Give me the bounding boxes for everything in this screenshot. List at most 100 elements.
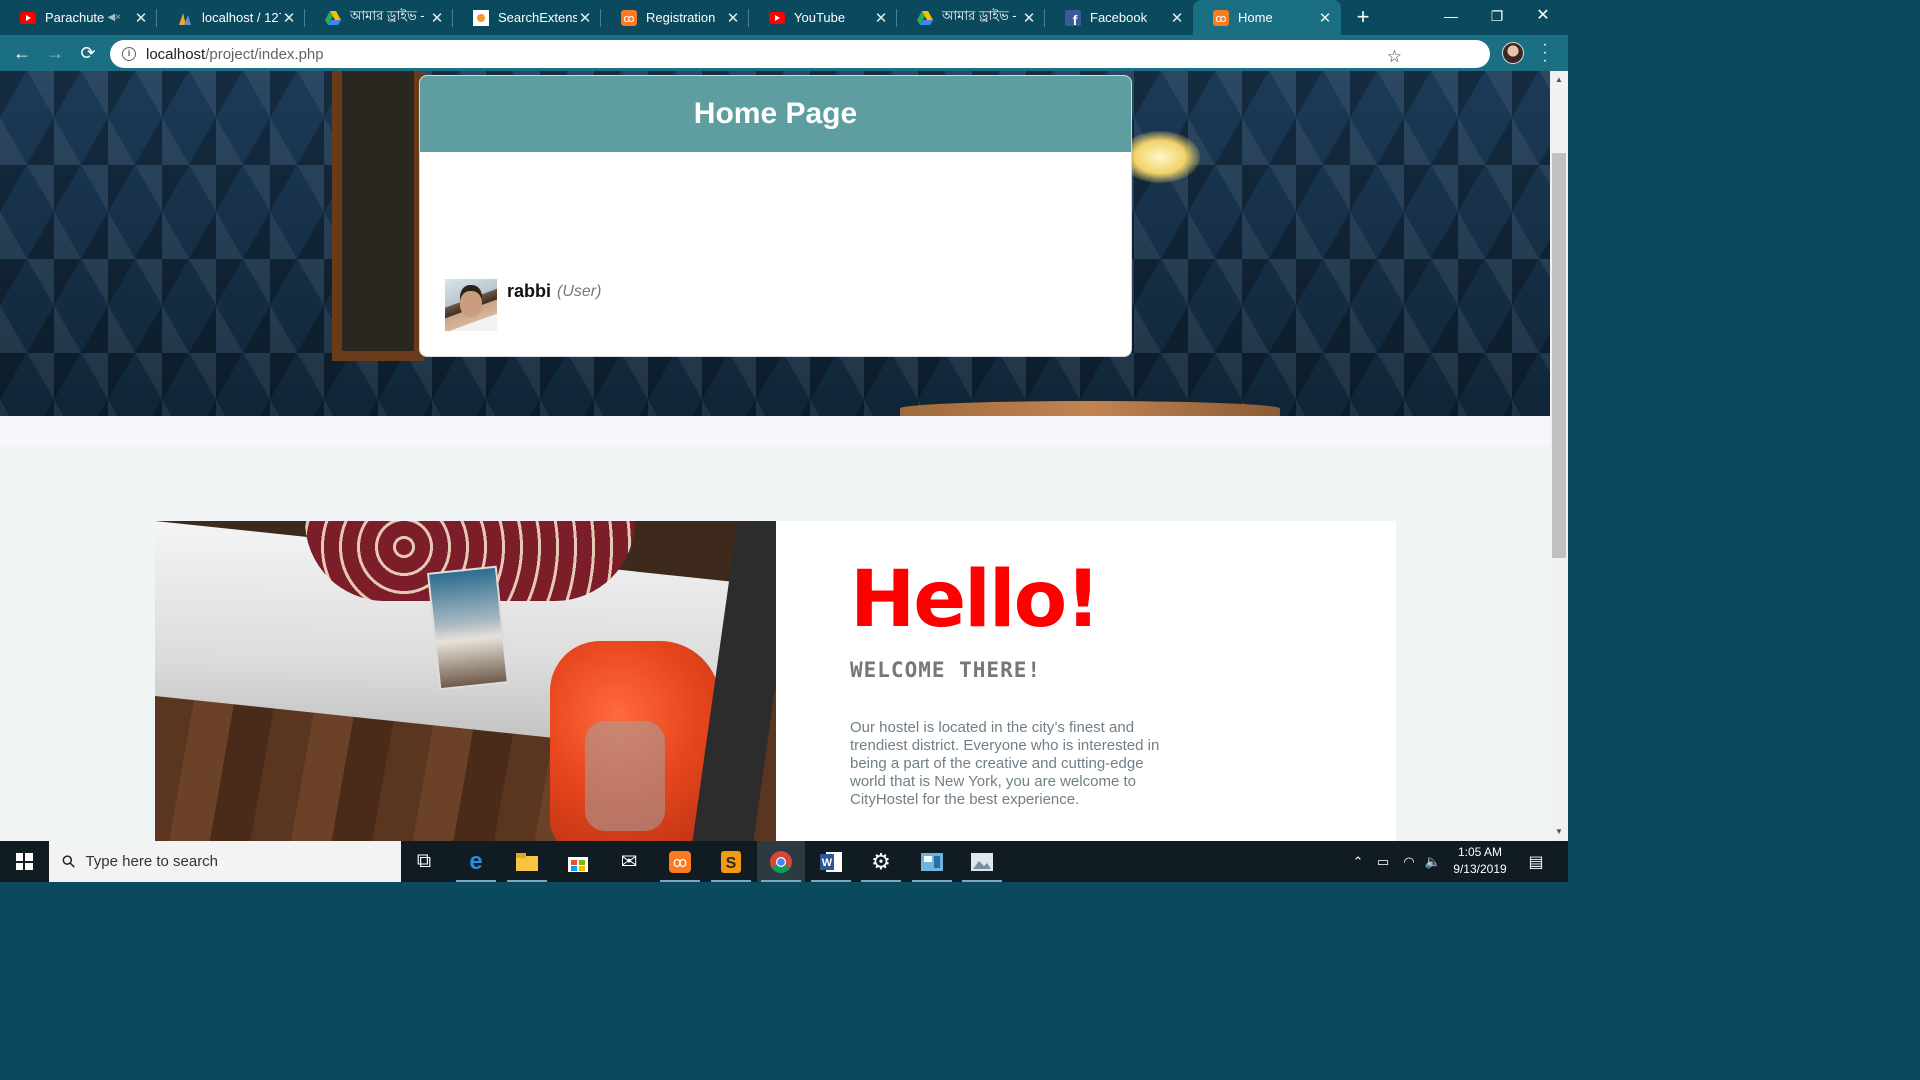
svg-text:f: f (1073, 12, 1078, 26)
task-view-icon[interactable]: ⧉ (400, 841, 448, 882)
tab-google-drive-2[interactable]: আমার ড্রাইভ - G ✕ (897, 0, 1045, 35)
tab-parachute[interactable]: Parachute ◀× ✕ (0, 0, 157, 35)
search-extension-icon (473, 9, 489, 26)
close-tab-icon[interactable]: ✕ (133, 9, 149, 27)
svg-text:ꝏ: ꝏ (623, 12, 634, 25)
url-path: /project/index.php (205, 45, 324, 63)
tab-title: আমার ড্রাইভ - G (350, 8, 429, 23)
taskbar-search[interactable]: ⚲ Type here to search (49, 841, 401, 882)
tab-google-drive-1[interactable]: আমার ড্রাইভ - G ✕ (305, 0, 453, 35)
new-tab-button[interactable]: + (1350, 4, 1376, 30)
muted-speaker-icon[interactable]: ◀× (107, 12, 121, 23)
card-title: Home Page (420, 76, 1131, 152)
scroll-up-icon[interactable]: ▲ (1550, 73, 1568, 87)
tab-title: Facebook (1090, 10, 1148, 25)
section-divider (0, 416, 1550, 446)
scrollbar-thumb[interactable] (1552, 153, 1566, 558)
user-avatar (445, 279, 497, 331)
chrome-icon[interactable] (757, 841, 805, 882)
close-tab-icon[interactable]: ✕ (577, 9, 593, 27)
hero-mirror-frame (332, 71, 424, 361)
close-tab-icon[interactable]: ✕ (281, 9, 297, 27)
clock-time: 1:05 AM (1457, 845, 1503, 859)
tab-youtube[interactable]: YouTube ✕ (749, 0, 897, 35)
tab-title: Registration (646, 10, 716, 25)
tab-registration[interactable]: ꝏ Registration ✕ (601, 0, 749, 35)
youtube-icon (769, 10, 785, 26)
svg-text:ꝏ: ꝏ (1215, 12, 1226, 25)
store-icon[interactable] (554, 841, 602, 882)
system-clock[interactable]: 1:05 AM 9/13/2019 (1440, 844, 1520, 878)
hero-lamp (1120, 131, 1200, 183)
minimize-button[interactable]: — (1428, 0, 1474, 35)
address-bar[interactable]: i localhost/project/index.php ☆ (110, 40, 1490, 68)
youtube-icon (20, 10, 36, 26)
xampp-icon: ꝏ (621, 9, 637, 26)
search-placeholder: Type here to search (85, 853, 219, 870)
welcome-panel: Hello! WELCOME THERE! Our hostel is loca… (776, 521, 1396, 841)
hello-heading: Hello! (850, 555, 1101, 645)
facebook-icon: f (1065, 9, 1081, 26)
hostel-description: Our hostel is located in the city’s fine… (850, 719, 1160, 808)
clock-date: 9/13/2019 (1453, 862, 1507, 876)
user-info: rabbi (User) (445, 279, 601, 331)
url-host: localhost (146, 45, 206, 63)
tab-search-extension[interactable]: SearchExtensio ✕ (453, 0, 601, 35)
tab-home[interactable]: ꝏ Home ✕ (1193, 0, 1341, 35)
hostel-photo (155, 521, 776, 841)
photos-icon[interactable] (958, 841, 1006, 882)
close-tab-icon[interactable]: ✕ (873, 9, 889, 27)
close-window-button[interactable]: ✕ (1520, 0, 1566, 35)
back-button[interactable]: ← (8, 39, 36, 67)
close-tab-icon[interactable]: ✕ (1169, 9, 1185, 27)
start-button[interactable] (0, 841, 48, 882)
close-tab-icon[interactable]: ✕ (725, 9, 741, 27)
show-hidden-icons-icon[interactable]: ⌃ (1348, 841, 1368, 882)
windows-logo-icon (15, 853, 33, 870)
xampp-icon[interactable]: ꝏ (656, 841, 704, 882)
restore-button[interactable]: ❐ (1474, 0, 1520, 35)
tab-strip: Parachute ◀× ✕ localhost / 127. ✕ আমার ড… (0, 0, 1568, 35)
reload-button[interactable]: ⟳ (74, 39, 102, 67)
battery-icon[interactable]: ▭ (1372, 841, 1394, 882)
svg-text:S: S (726, 855, 737, 872)
google-drive-icon (917, 10, 933, 26)
search-icon: ⚲ (57, 850, 80, 873)
page-scrollbar[interactable]: ▲ ▼ (1550, 71, 1568, 841)
info-icon[interactable]: i (122, 47, 136, 61)
google-drive-icon (325, 10, 341, 26)
close-tab-icon[interactable]: ✕ (1317, 9, 1333, 27)
tab-title: localhost / 127. (202, 10, 281, 25)
file-explorer-icon[interactable] (503, 841, 551, 882)
word-icon[interactable]: W (807, 841, 855, 882)
phpmyadmin-icon (177, 10, 193, 26)
home-card: Home Page rabbi (User) (419, 75, 1132, 357)
tab-title: Parachute (45, 10, 105, 25)
control-panel-icon[interactable] (908, 841, 956, 882)
welcome-subheading: WELCOME THERE! (850, 658, 1042, 682)
edge-icon[interactable]: e (452, 841, 500, 882)
svg-text:W: W (822, 857, 833, 869)
profile-avatar[interactable] (1502, 42, 1524, 64)
user-role: (User) (557, 283, 602, 300)
browser-menu-icon[interactable]: · · · (1540, 37, 1550, 69)
bookmark-star-icon[interactable]: ☆ (1387, 47, 1402, 67)
scroll-down-icon[interactable]: ▼ (1550, 825, 1568, 839)
tab-localhost[interactable]: localhost / 127. ✕ (157, 0, 305, 35)
tab-title: YouTube (794, 10, 846, 25)
page-viewport: Home Page rabbi (User) Hello! WELCOME TH… (0, 71, 1550, 841)
close-tab-icon[interactable]: ✕ (1021, 9, 1037, 27)
guidebook-image (427, 565, 509, 691)
tab-title: আমার ড্রাইভ - G (942, 8, 1021, 23)
xampp-icon: ꝏ (1213, 9, 1229, 26)
tab-title: Home (1238, 10, 1273, 25)
tab-facebook[interactable]: f Facebook ✕ (1045, 0, 1193, 35)
settings-icon[interactable]: ⚙ (857, 841, 905, 882)
windows-taskbar: ⚲ Type here to search ⧉ e ✉ ꝏ S W ⚙ ⌃ ▭ … (0, 841, 1568, 882)
forward-button[interactable]: → (41, 39, 69, 67)
mail-icon[interactable]: ✉ (605, 841, 653, 882)
wifi-icon[interactable]: ◠ (1398, 841, 1420, 882)
action-center-icon[interactable]: ▤ (1516, 841, 1556, 882)
close-tab-icon[interactable]: ✕ (429, 9, 445, 27)
sublime-text-icon[interactable]: S (707, 841, 755, 882)
